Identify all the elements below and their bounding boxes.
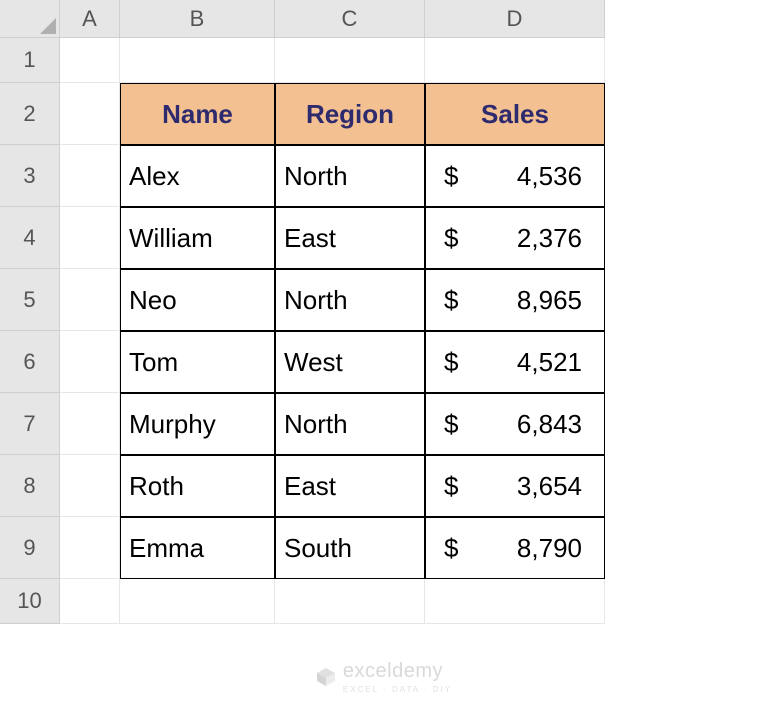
- cell-name-4[interactable]: Murphy: [120, 393, 275, 455]
- column-header-B[interactable]: B: [120, 0, 275, 38]
- row-header-9[interactable]: 9: [0, 517, 60, 579]
- sales-value: 3,654: [517, 471, 582, 502]
- cell-A5[interactable]: [60, 269, 120, 331]
- watermark: exceldemy EXCEL · DATA · DIY: [0, 660, 767, 694]
- currency-symbol: $: [444, 533, 464, 564]
- cell-region-1[interactable]: East: [275, 207, 425, 269]
- row-header-8[interactable]: 8: [0, 455, 60, 517]
- column-header-C[interactable]: C: [275, 0, 425, 38]
- cell-A9[interactable]: [60, 517, 120, 579]
- row-header-4[interactable]: 4: [0, 207, 60, 269]
- currency-symbol: $: [444, 347, 464, 378]
- cell-name-6[interactable]: Emma: [120, 517, 275, 579]
- cell-region-0[interactable]: North: [275, 145, 425, 207]
- watermark-cube-icon: [315, 666, 337, 688]
- cell-B10[interactable]: [120, 579, 275, 624]
- cell-region-4[interactable]: North: [275, 393, 425, 455]
- cell-region-2[interactable]: North: [275, 269, 425, 331]
- row-header-2[interactable]: 2: [0, 83, 60, 145]
- cell-sales-2[interactable]: $ 8,965: [425, 269, 605, 331]
- cell-A10[interactable]: [60, 579, 120, 624]
- column-header-A[interactable]: A: [60, 0, 120, 38]
- cell-A3[interactable]: [60, 145, 120, 207]
- cell-name-3[interactable]: Tom: [120, 331, 275, 393]
- sales-value: 6,843: [517, 409, 582, 440]
- row-header-3[interactable]: 3: [0, 145, 60, 207]
- column-header-D[interactable]: D: [425, 0, 605, 38]
- cell-sales-5[interactable]: $ 3,654: [425, 455, 605, 517]
- cell-region-5[interactable]: East: [275, 455, 425, 517]
- cell-A1[interactable]: [60, 38, 120, 83]
- cell-sales-4[interactable]: $ 6,843: [425, 393, 605, 455]
- currency-symbol: $: [444, 161, 464, 192]
- table-header-sales[interactable]: Sales: [425, 83, 605, 145]
- sales-value: 4,521: [517, 347, 582, 378]
- row-header-7[interactable]: 7: [0, 393, 60, 455]
- watermark-text: exceldemy: [343, 660, 443, 683]
- currency-symbol: $: [444, 223, 464, 254]
- cell-name-5[interactable]: Roth: [120, 455, 275, 517]
- currency-symbol: $: [444, 409, 464, 440]
- cell-name-0[interactable]: Alex: [120, 145, 275, 207]
- cell-sales-1[interactable]: $ 2,376: [425, 207, 605, 269]
- cell-sales-0[interactable]: $ 4,536: [425, 145, 605, 207]
- row-header-6[interactable]: 6: [0, 331, 60, 393]
- table-header-name[interactable]: Name: [120, 83, 275, 145]
- cell-A8[interactable]: [60, 455, 120, 517]
- row-header-1[interactable]: 1: [0, 38, 60, 83]
- cell-name-2[interactable]: Neo: [120, 269, 275, 331]
- row-header-10[interactable]: 10: [0, 579, 60, 624]
- cell-C10[interactable]: [275, 579, 425, 624]
- sales-value: 8,790: [517, 533, 582, 564]
- table-header-region[interactable]: Region: [275, 83, 425, 145]
- select-all-triangle-icon: [40, 18, 56, 34]
- cell-A4[interactable]: [60, 207, 120, 269]
- cell-B1[interactable]: [120, 38, 275, 83]
- cell-sales-6[interactable]: $ 8,790: [425, 517, 605, 579]
- cell-A2[interactable]: [60, 83, 120, 145]
- cell-name-1[interactable]: William: [120, 207, 275, 269]
- cell-A7[interactable]: [60, 393, 120, 455]
- spreadsheet-grid: A B C D 1 2 Name Region Sales 3 Alex Nor…: [0, 0, 767, 624]
- select-all-corner[interactable]: [0, 0, 60, 38]
- sales-value: 2,376: [517, 223, 582, 254]
- sales-value: 4,536: [517, 161, 582, 192]
- currency-symbol: $: [444, 471, 464, 502]
- cell-region-3[interactable]: West: [275, 331, 425, 393]
- cell-D10[interactable]: [425, 579, 605, 624]
- cell-C1[interactable]: [275, 38, 425, 83]
- cell-region-6[interactable]: South: [275, 517, 425, 579]
- sales-value: 8,965: [517, 285, 582, 316]
- cell-D1[interactable]: [425, 38, 605, 83]
- row-header-5[interactable]: 5: [0, 269, 60, 331]
- cell-A6[interactable]: [60, 331, 120, 393]
- cell-sales-3[interactable]: $ 4,521: [425, 331, 605, 393]
- currency-symbol: $: [444, 285, 464, 316]
- watermark-subtext: EXCEL · DATA · DIY: [343, 685, 452, 694]
